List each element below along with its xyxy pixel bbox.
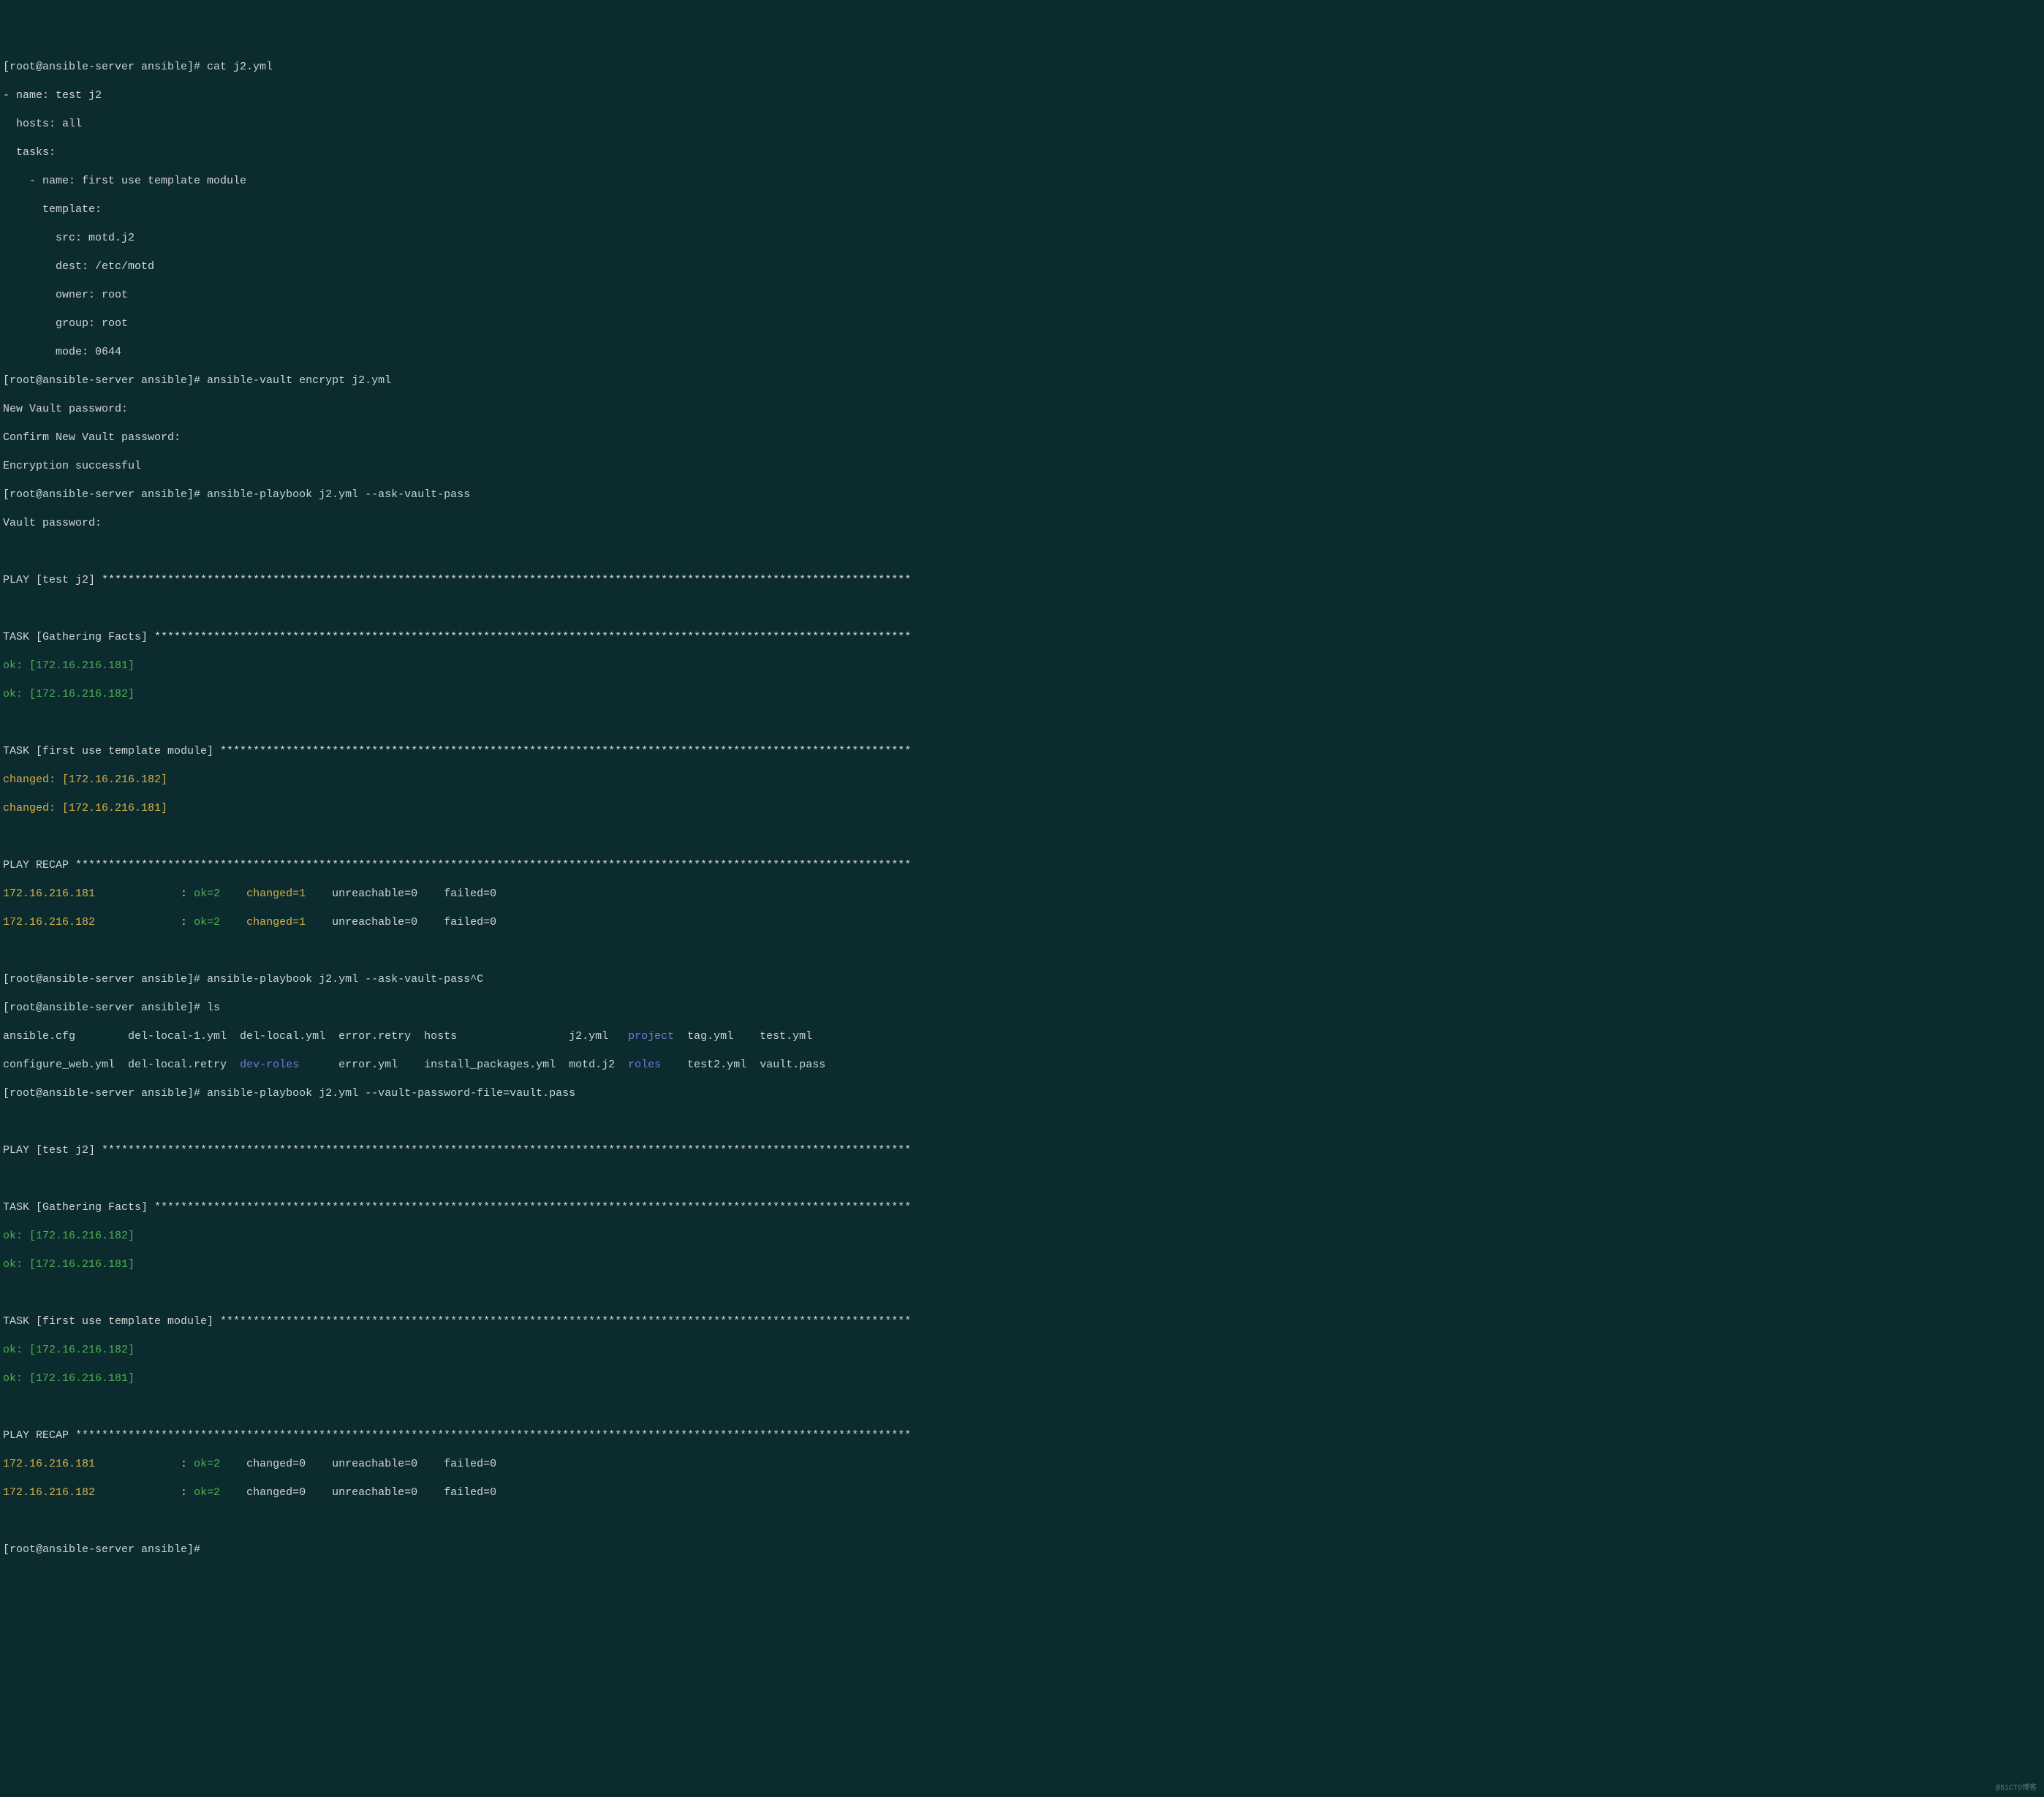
terminal-line: 172.16.216.181 : ok=2 changed=1 unreacha… [3, 887, 874, 901]
terminal-line [3, 1115, 874, 1130]
terminal-line [3, 830, 874, 844]
terminal-line: template: [3, 203, 874, 217]
terminal-line: ok: [172.16.216.182] [3, 1343, 874, 1358]
terminal-line: TASK [Gathering Facts] *****************… [3, 630, 874, 645]
terminal-line [3, 1286, 874, 1301]
terminal-line: dest: /etc/motd [3, 260, 874, 274]
terminal-line: PLAY RECAP *****************************… [3, 858, 874, 873]
terminal-line: ok: [172.16.216.181] [3, 1372, 874, 1386]
terminal-line [3, 1172, 874, 1187]
terminal-line: changed: [172.16.216.182] [3, 773, 874, 787]
terminal-line: PLAY RECAP *****************************… [3, 1429, 874, 1443]
terminal-line: [root@ansible-server ansible]# ls [3, 1001, 874, 1015]
terminal-line: ansible.cfg del-local-1.yml del-local.ym… [3, 1029, 874, 1044]
terminal-line: TASK [first use template module] *******… [3, 1314, 874, 1329]
terminal-line: [root@ansible-server ansible]# ansible-p… [3, 488, 874, 502]
terminal-line: - name: first use template module [3, 174, 874, 189]
terminal-line: [root@ansible-server ansible]# [3, 1543, 874, 1557]
terminal-line: configure_web.yml del-local.retry dev-ro… [3, 1058, 874, 1072]
terminal-line: group: root [3, 317, 874, 331]
terminal-line [3, 944, 874, 958]
terminal-line: Confirm New Vault password: [3, 431, 874, 445]
terminal-line: Encryption successful [3, 459, 874, 474]
terminal-line: [root@ansible-server ansible]# ansible-p… [3, 972, 874, 987]
terminal-line: PLAY [test j2] *************************… [3, 573, 874, 588]
terminal-line [3, 716, 874, 730]
terminal-line [3, 545, 874, 559]
watermark: @51CTO博客 [1996, 1784, 2037, 1793]
terminal-line: 172.16.216.182 : ok=2 changed=1 unreacha… [3, 915, 874, 930]
terminal-line: ok: [172.16.216.182] [3, 687, 874, 702]
terminal-line [3, 1514, 874, 1529]
terminal-line: owner: root [3, 288, 874, 303]
terminal-line [3, 602, 874, 616]
terminal-line: - name: test j2 [3, 88, 874, 103]
terminal-line: TASK [first use template module] *******… [3, 744, 874, 759]
terminal-line: ok: [172.16.216.182] [3, 1229, 874, 1244]
terminal-line: mode: 0644 [3, 345, 874, 360]
terminal-line: 172.16.216.182 : ok=2 changed=0 unreacha… [3, 1486, 874, 1500]
terminal-line: [root@ansible-server ansible]# ansible-v… [3, 374, 874, 388]
terminal-line: PLAY [test j2] *************************… [3, 1143, 874, 1158]
terminal-output[interactable]: [root@ansible-server ansible]# cat j2.ym… [3, 60, 874, 1571]
terminal-line: Vault password: [3, 516, 874, 531]
terminal-line: src: motd.j2 [3, 231, 874, 246]
terminal-line: tasks: [3, 145, 874, 160]
terminal-line: [root@ansible-server ansible]# cat j2.ym… [3, 60, 874, 75]
terminal-line: TASK [Gathering Facts] *****************… [3, 1200, 874, 1215]
terminal-line: 172.16.216.181 : ok=2 changed=0 unreacha… [3, 1457, 874, 1472]
terminal-line: changed: [172.16.216.181] [3, 801, 874, 816]
terminal-line: hosts: all [3, 117, 874, 132]
terminal-line: [root@ansible-server ansible]# ansible-p… [3, 1086, 874, 1101]
terminal-line: ok: [172.16.216.181] [3, 1257, 874, 1272]
terminal-line [3, 1400, 874, 1415]
terminal-line: ok: [172.16.216.181] [3, 659, 874, 673]
terminal-line: New Vault password: [3, 402, 874, 417]
